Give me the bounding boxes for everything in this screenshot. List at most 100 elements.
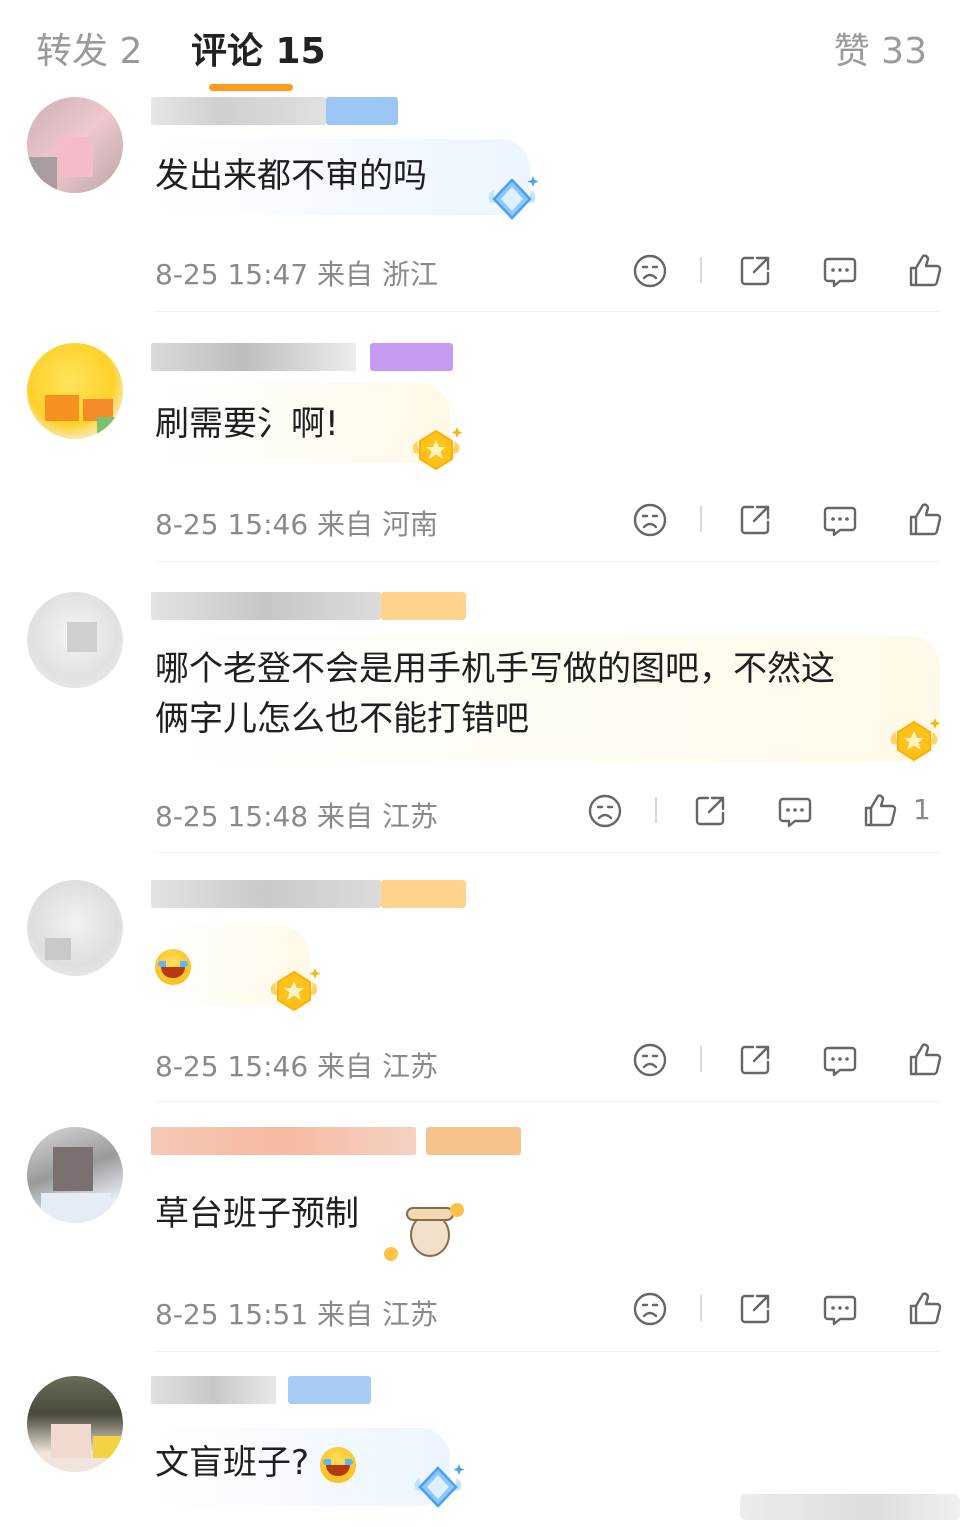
comment-icon <box>820 251 860 291</box>
comment-time: 8-25 15:46 <box>155 508 309 541</box>
action-separator <box>700 1295 702 1321</box>
active-tab-indicator <box>209 84 293 91</box>
sad-face-icon <box>630 1040 670 1080</box>
comment-actions <box>630 1289 960 1329</box>
laughing-tears-emoji <box>319 1446 356 1483</box>
share-button[interactable] <box>735 500 775 540</box>
share-button[interactable] <box>735 1040 775 1080</box>
reply-button[interactable] <box>820 1289 860 1329</box>
reply-button[interactable] <box>820 1040 860 1080</box>
like-button[interactable] <box>905 1040 945 1080</box>
gold-medal-icon <box>266 964 322 1020</box>
comment-meta: 8-25 15:46 来自 河南 <box>155 503 438 543</box>
user-badge <box>288 1376 371 1404</box>
action-separator <box>700 1046 702 1072</box>
thumbs-up-icon <box>905 500 945 540</box>
comment-text <box>155 940 191 990</box>
user-badge <box>426 1127 521 1155</box>
reply-button[interactable] <box>775 791 815 831</box>
share-button[interactable] <box>735 1289 775 1329</box>
comment-text-line-1: 哪个老登不会是用手机手写做的图吧，不然这 <box>155 649 835 689</box>
comment-location: 来自 江苏 <box>317 1050 438 1083</box>
comment-actions <box>630 500 960 540</box>
comment-text: 草台班子预制 <box>155 1194 359 1234</box>
comment-icon <box>820 1040 860 1080</box>
username-blurred[interactable] <box>151 343 356 371</box>
blue-diamond-medal-icon <box>484 172 540 228</box>
laughing-tears-emoji <box>155 948 191 985</box>
comment-time: 8-25 15:46 <box>155 1050 309 1083</box>
share-icon <box>690 791 730 831</box>
comment-divider <box>155 852 940 853</box>
username-blurred[interactable] <box>151 1127 416 1155</box>
avatar[interactable] <box>27 592 123 688</box>
comment-divider <box>155 311 940 312</box>
tab-comments[interactable]: 评论 15 <box>191 22 326 74</box>
sad-face-icon <box>630 251 670 291</box>
comment-divider <box>155 561 940 562</box>
comment-meta: 8-25 15:48 来自 江苏 <box>155 795 438 835</box>
username-blurred[interactable] <box>151 592 381 620</box>
tab-repost[interactable]: 转发 2 <box>36 22 142 74</box>
dislike-button[interactable] <box>630 1289 670 1329</box>
action-separator <box>700 257 702 283</box>
dislike-button[interactable] <box>630 251 670 291</box>
comment-meta: 8-25 15:47 来自 浙江 <box>155 253 438 293</box>
avatar[interactable] <box>27 343 123 439</box>
comment-tabs: 转发 2 评论 15 赞 33 <box>0 0 960 92</box>
avatar[interactable] <box>27 880 123 976</box>
username-blurred[interactable] <box>151 880 381 908</box>
comment-location: 来自 江苏 <box>317 1298 438 1331</box>
like-count: 1 <box>913 793 931 826</box>
dislike-button[interactable] <box>630 1040 670 1080</box>
sad-face-icon <box>585 791 625 831</box>
thumbs-up-icon <box>860 791 900 831</box>
comment-text-line-2: 俩字儿怎么也不能打错吧 <box>155 699 529 739</box>
comment-actions: 1 <box>585 791 960 831</box>
share-icon <box>735 500 775 540</box>
comment-meta: 8-25 15:51 来自 江苏 <box>155 1293 438 1333</box>
comment-location: 来自 浙江 <box>317 258 438 291</box>
reply-button[interactable] <box>820 251 860 291</box>
username-blurred[interactable] <box>151 97 326 125</box>
like-button[interactable] <box>905 251 945 291</box>
action-separator <box>700 506 702 532</box>
avatar[interactable] <box>27 1376 123 1472</box>
dislike-button[interactable] <box>630 500 670 540</box>
comment-actions <box>630 1040 960 1080</box>
gold-medal-icon <box>886 714 942 770</box>
like-button[interactable] <box>860 791 900 831</box>
dislike-button[interactable] <box>585 791 625 831</box>
avatar[interactable] <box>27 97 123 193</box>
user-badge <box>381 592 466 620</box>
share-button[interactable] <box>690 791 730 831</box>
share-icon <box>735 1289 775 1329</box>
like-button[interactable] <box>905 1289 945 1329</box>
sad-face-icon <box>630 500 670 540</box>
gold-medal-icon <box>408 423 464 479</box>
comment-time: 8-25 15:47 <box>155 258 309 291</box>
avatar[interactable] <box>27 1127 123 1223</box>
comment-divider <box>155 1101 940 1102</box>
comment-time: 8-25 15:48 <box>155 800 309 833</box>
sad-face-icon <box>630 1289 670 1329</box>
comment-actions <box>630 251 960 291</box>
action-separator <box>655 797 657 823</box>
user-badge <box>326 97 398 125</box>
comment-text: 发出来都不审的吗 <box>155 156 427 196</box>
tab-likes[interactable]: 赞 33 <box>834 22 927 74</box>
comment-icon <box>820 500 860 540</box>
share-icon <box>735 251 775 291</box>
share-icon <box>735 1040 775 1080</box>
user-badge <box>370 343 453 371</box>
thumbs-up-icon <box>905 1289 945 1329</box>
reply-button[interactable] <box>820 500 860 540</box>
comment-icon <box>820 1289 860 1329</box>
share-button[interactable] <box>735 251 775 291</box>
comment-location: 来自 江苏 <box>317 800 438 833</box>
comment-text: 文盲班子? <box>155 1438 356 1488</box>
comment-meta: 8-25 15:46 来自 江苏 <box>155 1045 438 1085</box>
thumbs-up-icon <box>905 1040 945 1080</box>
username-blurred[interactable] <box>151 1376 276 1404</box>
like-button[interactable] <box>905 500 945 540</box>
